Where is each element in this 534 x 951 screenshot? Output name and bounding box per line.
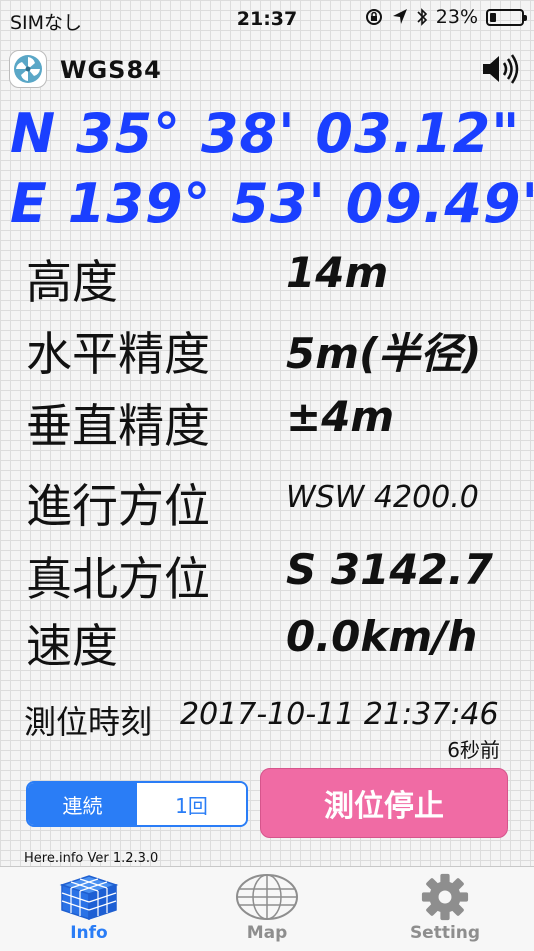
globe-icon xyxy=(236,874,298,920)
lock-rotation-icon xyxy=(365,9,382,25)
fix-time-value: 2017-10-11 21:37:46 xyxy=(180,697,499,732)
mode-segmented-control: 連続 1回 xyxy=(26,781,248,827)
vertical-accuracy-label: 垂直精度 xyxy=(26,399,210,453)
fix-age-label: 6秒前 xyxy=(447,738,500,762)
tab-map[interactable]: Map xyxy=(178,867,356,951)
datum-label: WGS84 xyxy=(60,56,162,84)
horizontal-accuracy-label: 水平精度 xyxy=(26,327,210,381)
stop-positioning-button[interactable]: 測位停止 xyxy=(260,768,508,838)
true-heading-value: S 3142.7 xyxy=(286,545,493,594)
altitude-label: 高度 xyxy=(26,255,118,309)
status-bar: SIMなし 21:37 23% xyxy=(0,0,534,38)
tab-setting[interactable]: Setting xyxy=(356,867,534,951)
mode-once-button[interactable]: 1回 xyxy=(137,783,246,825)
battery-icon xyxy=(486,8,527,26)
speed-label: 速度 xyxy=(26,619,118,673)
status-icons: 23% xyxy=(364,6,527,28)
tab-map-label: Map xyxy=(246,923,288,943)
course-label: 進行方位 xyxy=(26,479,210,533)
speaker-icon[interactable] xyxy=(480,52,520,90)
longitude-readout: E 139° 53' 09.49" xyxy=(10,172,534,235)
cube-grid-icon xyxy=(59,875,119,921)
location-arrow-icon xyxy=(392,9,407,24)
true-heading-label: 真北方位 xyxy=(26,552,210,606)
horizontal-accuracy-value: 5m(半径) xyxy=(286,329,482,378)
tab-info-label: Info xyxy=(70,923,108,943)
mode-continuous-button[interactable]: 連続 xyxy=(28,783,137,825)
fix-time-label: 測位時刻 xyxy=(24,703,153,741)
version-label: Here.info Ver 1.2.3.0 xyxy=(24,851,159,866)
speed-value: 0.0km/h xyxy=(286,612,478,661)
tab-bar: Info Map Setting xyxy=(0,866,534,951)
battery-percent: 23% xyxy=(435,6,478,28)
tab-setting-label: Setting xyxy=(409,923,481,943)
vertical-accuracy-value: ±4m xyxy=(286,392,395,441)
tab-info[interactable]: Info xyxy=(0,867,178,951)
header: WGS84 xyxy=(0,48,534,92)
pinwheel-icon xyxy=(9,50,47,88)
latitude-readout: N 35° 38' 03.12" xyxy=(10,102,521,165)
altitude-value: 14m xyxy=(286,248,389,297)
bluetooth-icon xyxy=(417,8,427,26)
course-value: WSW 4200.0 xyxy=(286,480,479,515)
gear-icon xyxy=(421,873,469,921)
